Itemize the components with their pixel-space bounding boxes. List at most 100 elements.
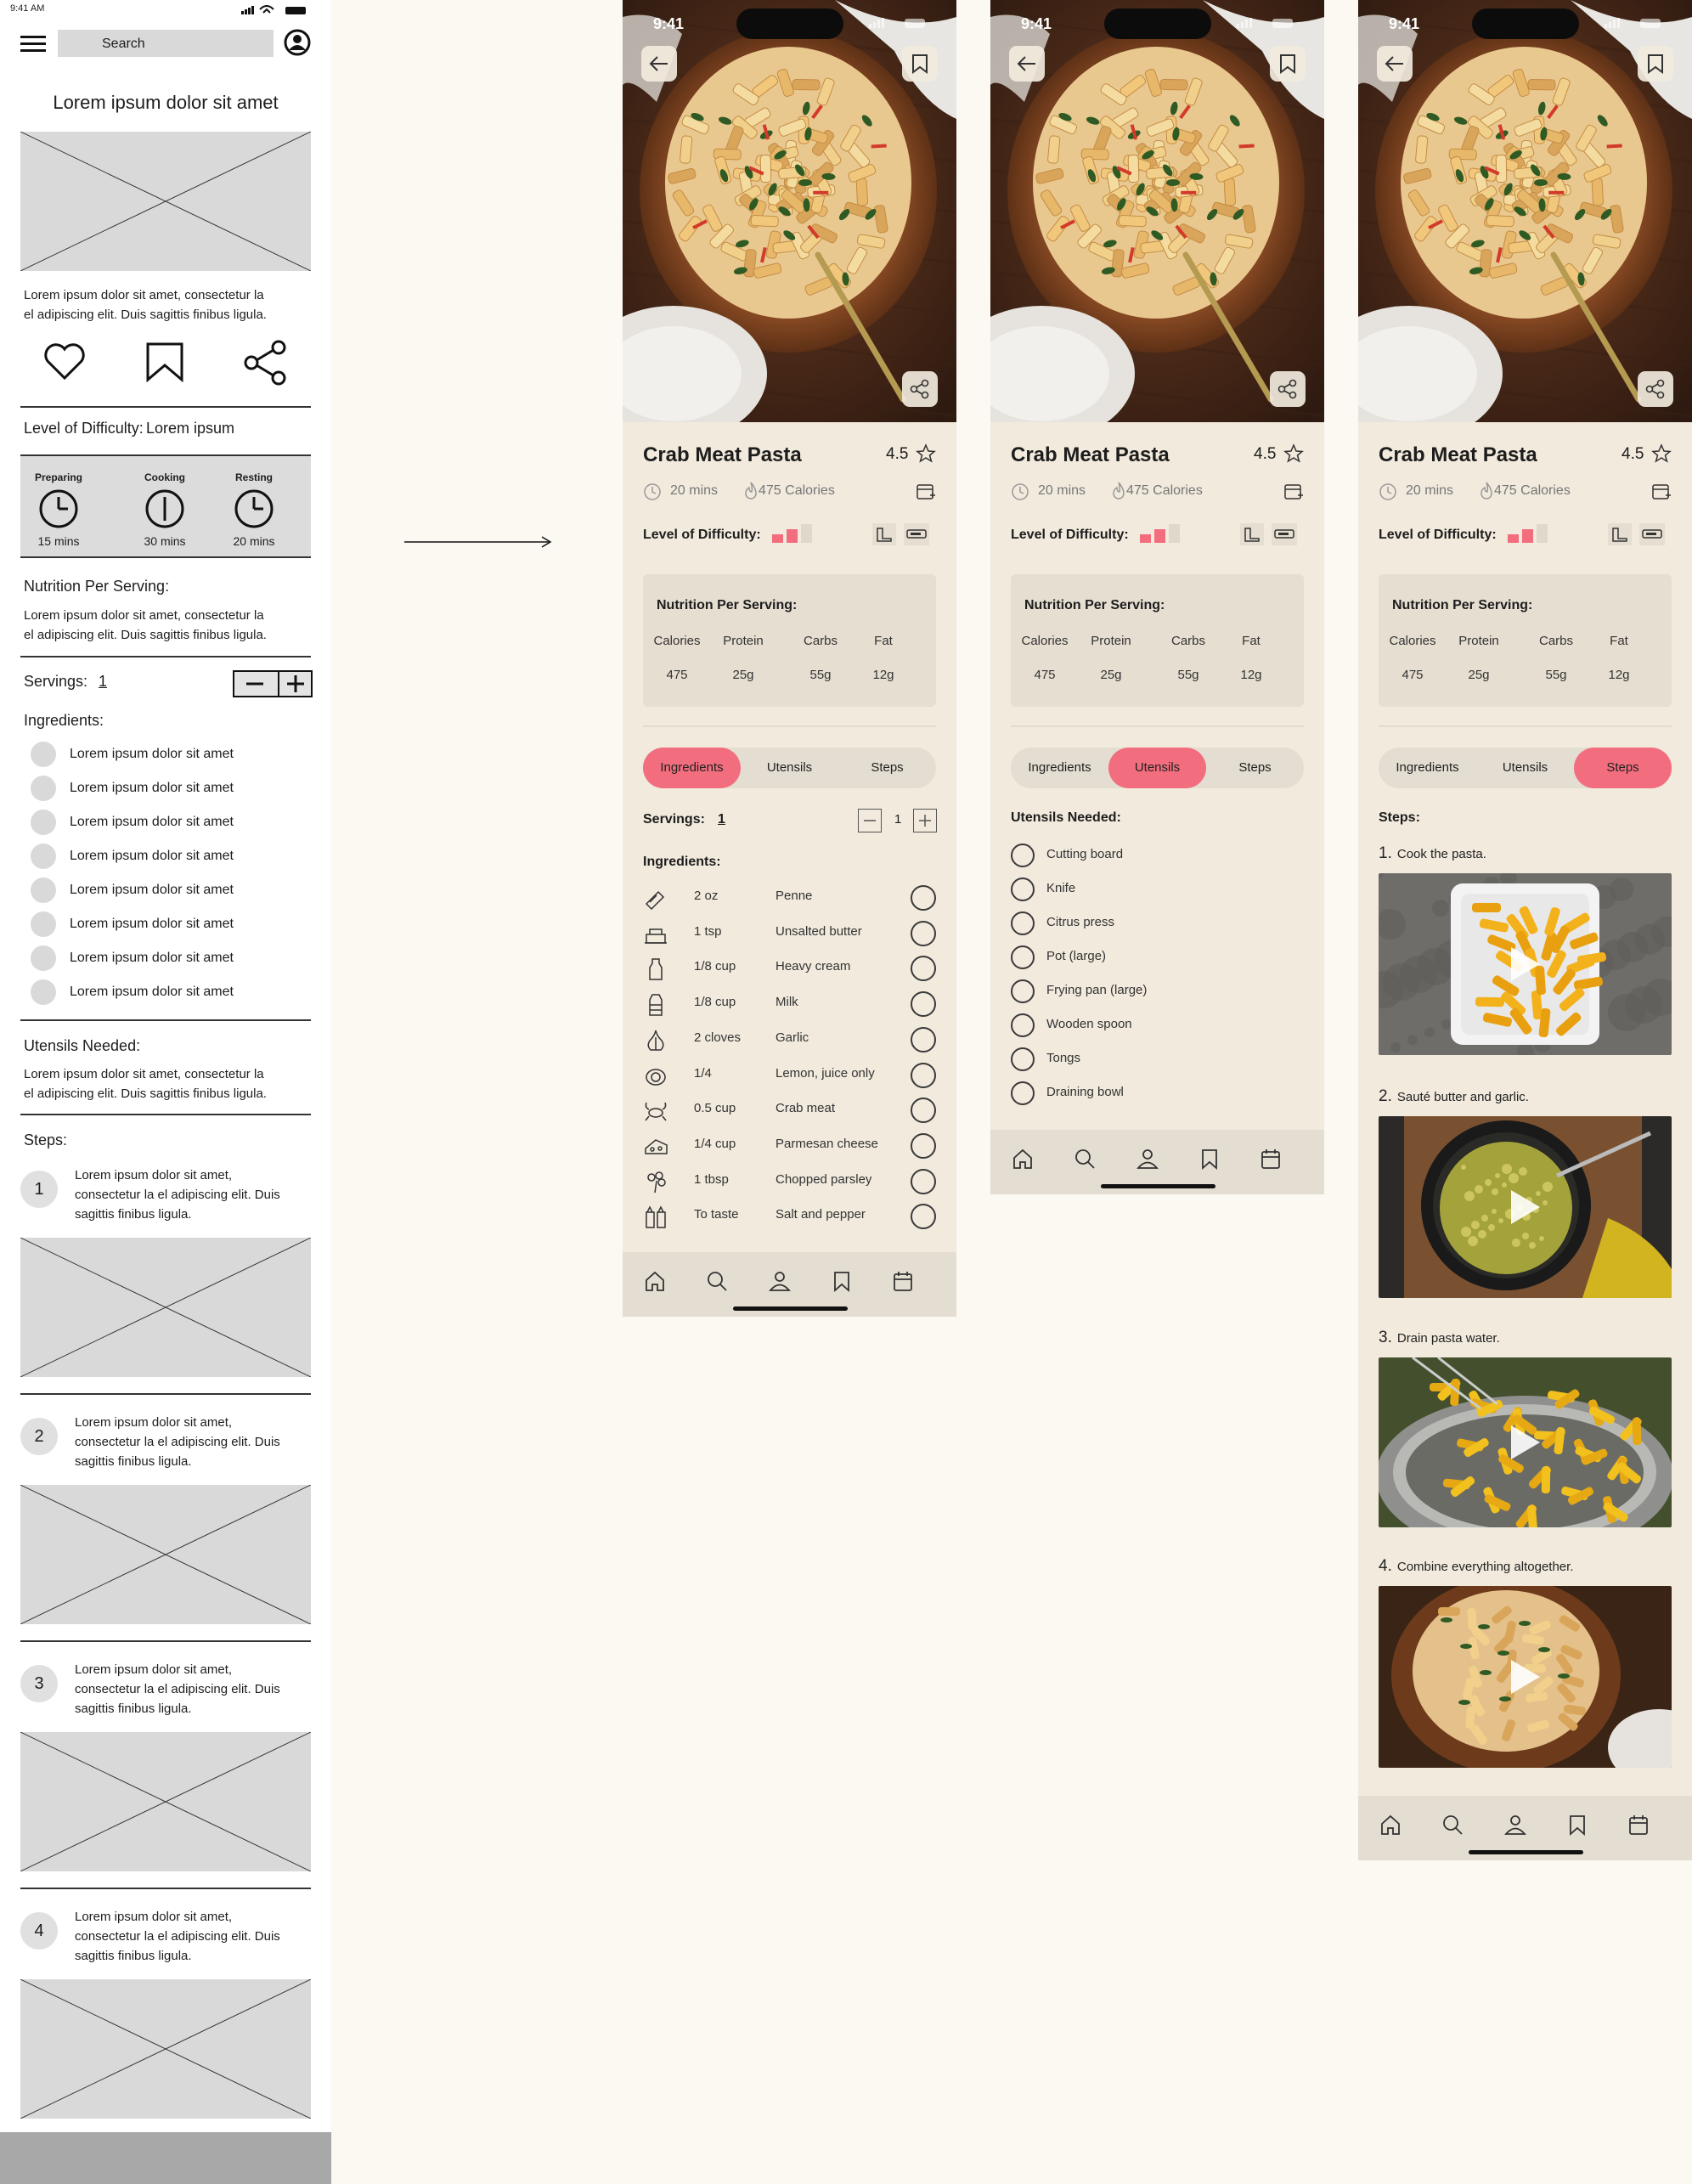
ingredient-checkbox[interactable] — [31, 979, 56, 1005]
ingredient-checkbox[interactable] — [31, 945, 56, 971]
ingredient-checkbox[interactable] — [31, 878, 56, 903]
nav-search-icon[interactable] — [1073, 1147, 1097, 1171]
nav-home-icon[interactable] — [1011, 1147, 1035, 1171]
time-value: 20 mins — [233, 534, 275, 548]
ingredient-checkbox[interactable] — [911, 885, 936, 911]
utensil-checkbox[interactable] — [1011, 945, 1035, 969]
step-video[interactable] — [1379, 1357, 1672, 1527]
utensil-checkbox[interactable] — [1011, 979, 1035, 1003]
ingredient-checkbox[interactable] — [31, 742, 56, 767]
back-button[interactable] — [641, 46, 677, 82]
cream-bottle-icon — [643, 956, 668, 981]
add-to-calendar-icon[interactable] — [1283, 482, 1304, 502]
ingredient-checkbox[interactable] — [911, 1168, 936, 1194]
share-button[interactable] — [1270, 371, 1306, 407]
nav-home-icon[interactable] — [1379, 1813, 1402, 1837]
step-video[interactable] — [1379, 1116, 1672, 1298]
step-text: Cook the pasta. — [1396, 847, 1486, 861]
nav-calendar-icon[interactable] — [1259, 1147, 1283, 1171]
plus-button[interactable] — [913, 809, 937, 832]
heart-icon[interactable] — [42, 342, 87, 381]
ingredient-checkbox[interactable] — [31, 844, 56, 869]
ingredient-checkbox[interactable] — [911, 1204, 936, 1230]
status-time: 9:41 — [653, 15, 685, 32]
tab-steps[interactable]: Steps — [1206, 748, 1304, 788]
ingredient-checkbox[interactable] — [911, 1026, 936, 1052]
step-number-badge: 3 — [20, 1665, 58, 1702]
back-button[interactable] — [1377, 46, 1413, 82]
servings-value[interactable]: 1 — [718, 812, 725, 827]
utensil-checkbox[interactable] — [1011, 878, 1035, 901]
utensil-checkbox[interactable] — [1011, 844, 1035, 867]
nav-profile-icon[interactable] — [768, 1269, 792, 1293]
back-button[interactable] — [1009, 46, 1045, 82]
ingredient-checkbox[interactable] — [31, 810, 56, 835]
ingredient-checkbox[interactable] — [911, 1098, 936, 1124]
tab-utensils[interactable]: Utensils — [1108, 748, 1206, 788]
utensil-checkbox[interactable] — [1011, 1081, 1035, 1105]
share-icon[interactable] — [243, 340, 287, 386]
ingredient-checkbox[interactable] — [911, 991, 936, 1018]
bookmark-icon[interactable] — [145, 341, 184, 382]
tab-steps[interactable]: Steps — [838, 748, 936, 788]
bookmark-button[interactable] — [1638, 46, 1673, 82]
star-icon[interactable] — [1651, 443, 1672, 464]
nav-home-icon[interactable] — [643, 1269, 667, 1293]
home-indicator — [1469, 1850, 1583, 1854]
cook-time: 20 mins — [1038, 483, 1086, 498]
tab-utensils[interactable]: Utensils — [1476, 748, 1574, 788]
step-image-placeholder — [20, 1485, 311, 1624]
nav-profile-icon[interactable] — [1503, 1813, 1527, 1837]
tab-bar[interactable]: Ingredients Utensils Steps — [643, 748, 936, 788]
ingredient-checkbox[interactable] — [31, 911, 56, 937]
utensil-checkbox[interactable] — [1011, 1013, 1035, 1037]
nav-calendar-icon[interactable] — [1627, 1813, 1650, 1837]
share-button[interactable] — [902, 371, 938, 407]
tab-steps[interactable]: Steps — [1574, 748, 1672, 788]
menu-icon[interactable] — [20, 34, 46, 54]
clock-icon — [145, 489, 184, 528]
add-to-calendar-icon[interactable] — [916, 482, 936, 502]
step-video[interactable] — [1379, 1586, 1672, 1768]
utensil-checkbox[interactable] — [1011, 911, 1035, 935]
star-icon[interactable] — [1283, 443, 1304, 464]
nav-bookmark-icon[interactable] — [1565, 1813, 1589, 1837]
recipe-screen-steps: 9:41 Crab Meat Pasta 4.5 20 mins 475 Calorie… — [1358, 0, 1692, 1860]
tab-bar[interactable]: Ingredients Utensils Steps — [1379, 748, 1672, 788]
ingredient-checkbox[interactable] — [911, 920, 936, 946]
tab-bar[interactable]: Ingredients Utensils Steps — [1011, 748, 1304, 788]
play-icon[interactable] — [1506, 944, 1543, 985]
tab-utensils[interactable]: Utensils — [741, 748, 838, 788]
ingredient-quantity: 1/8 cup — [694, 959, 736, 974]
nav-profile-icon[interactable] — [1136, 1147, 1159, 1171]
search-input[interactable]: Search — [58, 30, 274, 57]
step-video[interactable] — [1379, 873, 1672, 1055]
profile-avatar-icon[interactable] — [284, 29, 311, 56]
wire-servings-value[interactable]: 1 — [99, 673, 107, 691]
nav-calendar-icon[interactable] — [891, 1269, 915, 1293]
step-text: Lorem ipsum dolor sit amet, — [75, 1910, 233, 1924]
share-button[interactable] — [1638, 371, 1673, 407]
utensil-checkbox[interactable] — [1011, 1047, 1035, 1071]
bookmark-button[interactable] — [1270, 46, 1306, 82]
tab-ingredients[interactable]: Ingredients — [1011, 748, 1108, 788]
servings-stepper[interactable] — [233, 670, 313, 697]
nav-search-icon[interactable] — [1441, 1813, 1464, 1837]
star-icon[interactable] — [916, 443, 936, 464]
play-icon[interactable] — [1506, 1187, 1543, 1227]
minus-button[interactable] — [858, 809, 882, 832]
ingredient-checkbox[interactable] — [911, 1132, 936, 1159]
bookmark-button[interactable] — [902, 46, 938, 82]
play-icon[interactable] — [1506, 1422, 1543, 1463]
ingredient-checkbox[interactable] — [911, 1062, 936, 1088]
add-to-calendar-icon[interactable] — [1651, 482, 1672, 502]
tab-ingredients[interactable]: Ingredients — [1379, 748, 1476, 788]
ingredient-checkbox[interactable] — [31, 776, 56, 801]
tab-ingredients[interactable]: Ingredients — [643, 748, 741, 788]
ingredient-checkbox[interactable] — [911, 956, 936, 982]
flow-arrow-icon — [404, 535, 552, 549]
nav-search-icon[interactable] — [705, 1269, 729, 1293]
nav-bookmark-icon[interactable] — [1198, 1147, 1221, 1171]
nav-bookmark-icon[interactable] — [830, 1269, 854, 1293]
play-icon[interactable] — [1506, 1656, 1543, 1697]
